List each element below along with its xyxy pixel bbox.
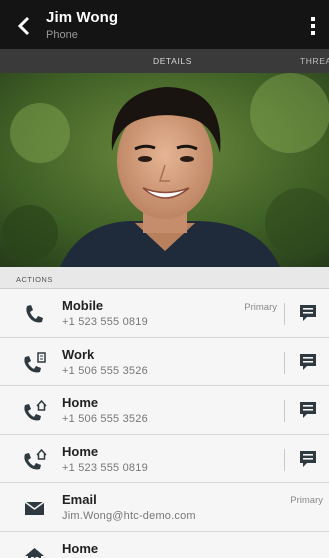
contact-photo [0,73,329,267]
row-label: Email [62,492,97,507]
actions-section-header: ACTIONS [0,267,329,289]
row-label: Work [62,346,95,362]
divider [284,400,285,422]
message-icon[interactable] [298,303,318,323]
list-item-work[interactable]: Work +1 506 555 3526 [0,337,329,386]
tab-threads[interactable]: THREA [300,56,329,66]
row-value: +1 523 555 0819 [62,461,148,474]
row-label: Mobile [62,298,104,313]
actions-list: Mobile +1 523 555 0819 Primary Work +1 5… [0,289,329,558]
row-value: +1 523 555 0819 [62,316,148,328]
phone-home-icon [24,448,47,469]
list-item-home-2[interactable]: Home +1 523 555 0819 [0,434,329,483]
row-label: Home [62,540,99,556]
message-icon[interactable] [298,400,318,420]
back-arrow-icon[interactable] [14,15,34,37]
message-icon[interactable] [298,352,318,372]
phone-icon [26,305,43,323]
divider [284,303,285,325]
contact-name: Jim Wong [46,9,119,26]
list-item-home-address[interactable]: Home [0,531,329,558]
section-label: ACTIONS [16,275,53,284]
row-value: +1 506 555 3526 [62,413,148,425]
overflow-menu-icon[interactable] [309,16,317,36]
row-label: Home [62,443,99,459]
primary-badge: Primary [244,302,277,313]
list-item-email[interactable]: Email Jim.Wong@htc-demo.com Primary [0,483,329,532]
tab-details[interactable]: DETAILS [153,56,192,66]
primary-badge: Primary [290,495,323,506]
phone-work-icon [24,351,46,372]
title-block: Jim Wong Phone [46,9,118,41]
row-value: Jim.Wong@htc-demo.com [62,510,196,522]
divider [284,448,285,471]
tab-bar: DETAILS THREA [0,49,329,73]
list-item-mobile[interactable]: Mobile +1 523 555 0819 Primary [0,289,329,338]
divider [284,351,285,374]
contact-subtitle: Phone [46,29,78,41]
phone-home-icon [24,400,47,421]
home-address-icon [25,547,44,558]
email-icon [24,501,45,515]
row-value: +1 506 555 3526 [62,364,148,377]
message-icon[interactable] [298,449,318,469]
title-bar: Jim Wong Phone [0,0,329,49]
list-item-home-1[interactable]: Home +1 506 555 3526 [0,386,329,435]
row-label: Home [62,395,99,410]
